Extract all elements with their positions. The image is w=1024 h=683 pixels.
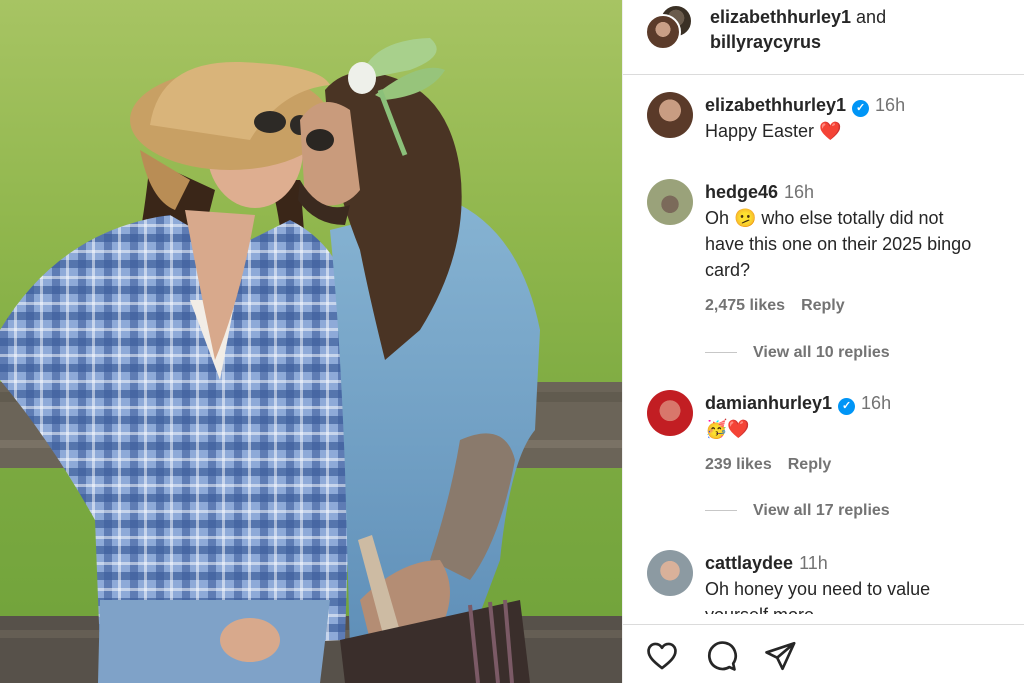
paper-plane-icon[interactable] [763,639,797,673]
avatar[interactable] [647,550,693,596]
comment-text: 🥳❤️ [705,419,750,439]
comment-username[interactable]: elizabethhurley1 [705,95,846,115]
post-photo[interactable] [0,0,622,683]
likes-count[interactable]: 2,475 likes [705,297,785,314]
comment-text-line-3: card? [705,260,751,280]
view-replies-label[interactable]: View all 10 replies [753,344,890,361]
comment-text-content: Happy Easter [705,121,815,141]
verified-badge-icon: ✓ [852,100,870,117]
reply-button[interactable]: Reply [801,297,845,314]
view-replies-button[interactable]: View all 10 replies [705,344,890,362]
comment-text-line-2: yourself more [705,602,1021,614]
comment-time[interactable]: 16h [875,95,905,115]
replies-divider [705,510,737,512]
comment-username[interactable]: hedge46 [705,182,778,202]
author-link-1[interactable]: elizabethhurley1 [710,7,851,27]
post-authors: elizabethhurley1 and billyraycyrus [710,5,886,55]
replies-divider [705,352,737,354]
comment-body: elizabethhurley1 ✓ 16h Happy Easter ❤️ [705,92,1021,144]
comment-text-line-1: Oh 🫤 who else totally did not [705,208,944,228]
comments-list[interactable]: elizabethhurley1 ✓ 16h Happy Easter ❤️ hed… [623,76,1024,614]
post-sidebar: elizabethhurley1 and billyraycyrus eliza… [622,0,1024,683]
author-link-2[interactable]: billyraycyrus [710,32,821,52]
view-replies-label[interactable]: View all 17 replies [753,502,890,519]
post-header: elizabethhurley1 and billyraycyrus [623,0,1024,75]
avatar[interactable] [647,92,693,138]
avatar-elizabethhurley1[interactable] [645,14,681,50]
comment-time[interactable]: 11h [799,553,828,573]
reply-button[interactable]: Reply [788,456,832,473]
comment-username[interactable]: cattlaydee [705,553,793,573]
avatar[interactable] [647,179,693,225]
avatar[interactable] [647,390,693,436]
comment-text: Happy Easter ❤️ [705,118,1021,144]
likes-count[interactable]: 239 likes [705,456,772,473]
comment-body: hedge46 16h Oh 🫤 who else totally did not… [705,179,1021,319]
comment-time[interactable]: 16h [784,182,814,202]
comment-username[interactable]: damianhurley1 [705,393,832,413]
comment-bubble-icon[interactable] [704,639,738,673]
comment-text-line-1: Oh honey you need to value [705,579,931,599]
photo-illustration [0,38,622,683]
action-bar [623,624,1024,683]
comment-meta: 239 likes Reply [705,452,1021,478]
collab-avatars[interactable] [645,4,693,52]
view-replies-button[interactable]: View all 17 replies [705,502,890,520]
comment-time[interactable]: 16h [861,393,891,413]
comment-body: damianhurley1 ✓ 16h 🥳❤️ 239 likes Reply [705,390,1021,478]
heart-icon[interactable] [645,639,679,673]
heart-emoji: ❤️ [819,121,842,141]
comment-body: cattlaydee 11h Oh honey you need to value… [705,550,1021,614]
comment-meta: 2,475 likes Reply [705,293,1021,319]
comment-text-line-2: have this one on their 2025 bingo [705,234,972,254]
verified-badge-icon: ✓ [838,398,856,415]
authors-joiner: and [851,7,887,27]
